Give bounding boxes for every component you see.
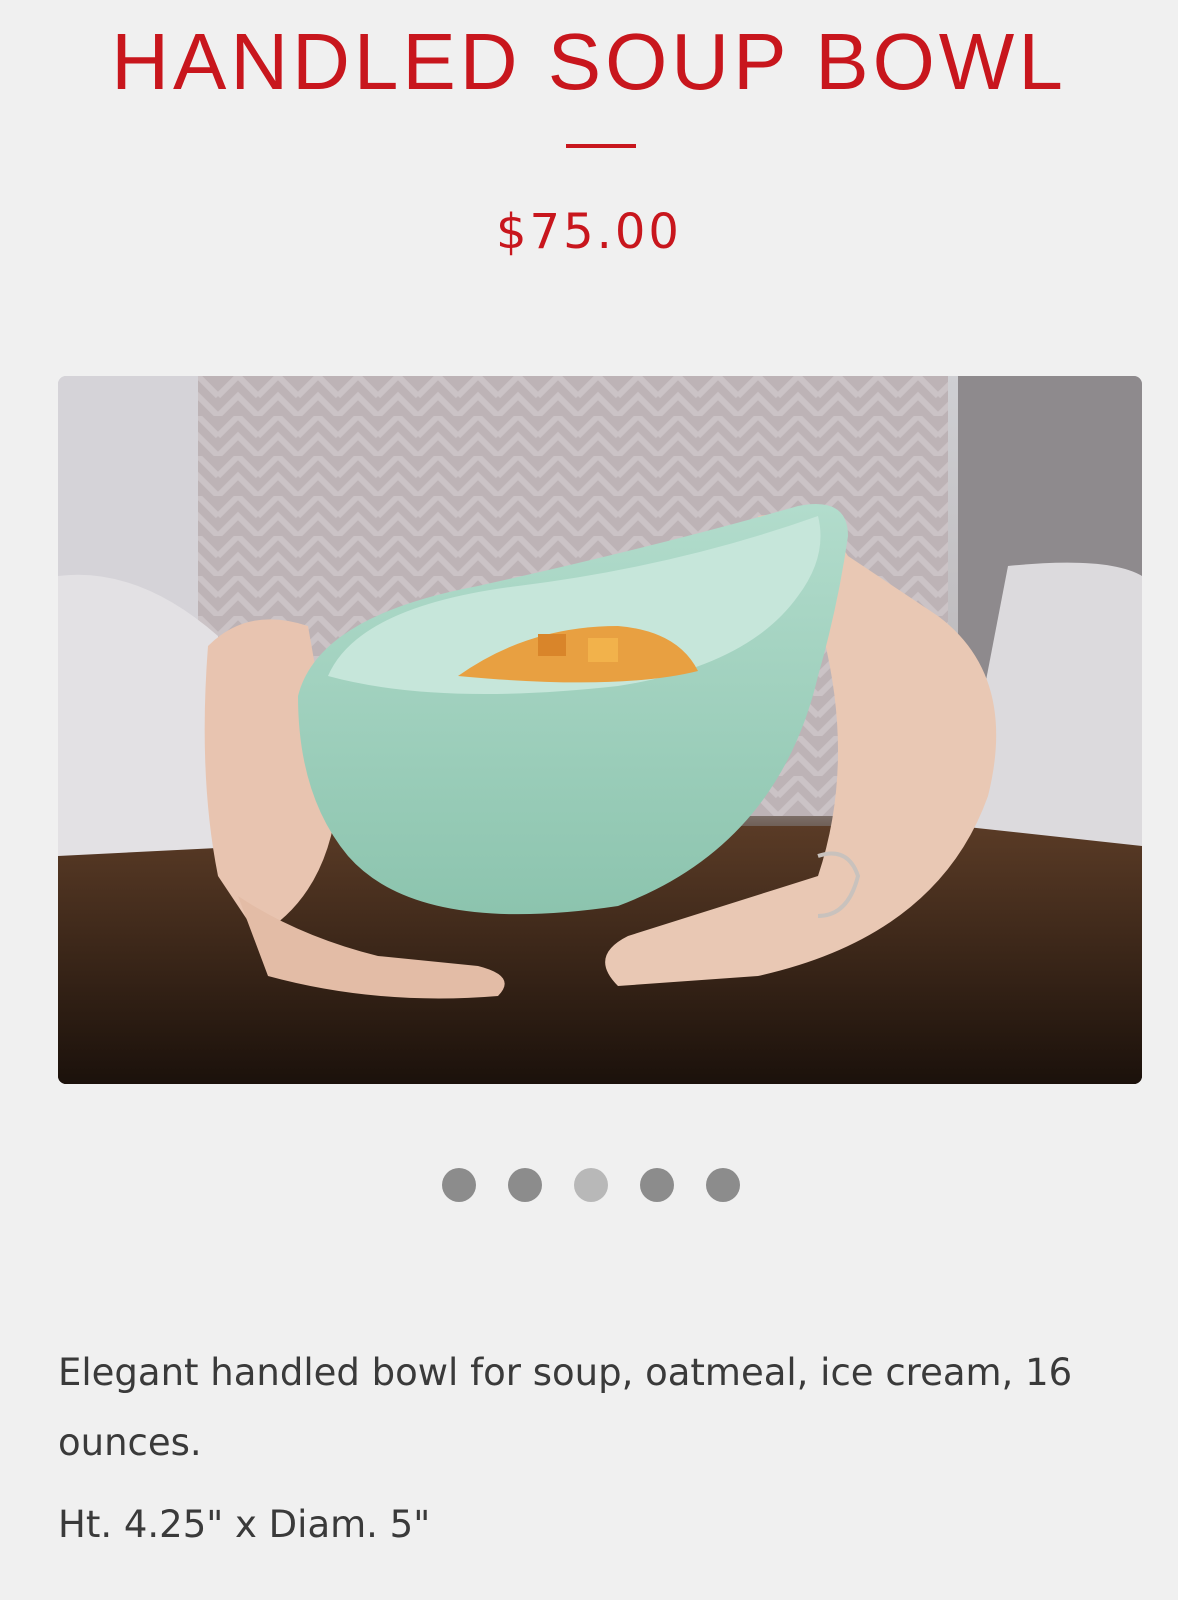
product-price: $75.00 bbox=[496, 204, 682, 260]
carousel-dot-active[interactable] bbox=[574, 1168, 608, 1202]
carousel-dot[interactable] bbox=[442, 1168, 476, 1202]
title-divider bbox=[566, 144, 636, 148]
product-page: HANDLED SOUP BOWL $75.00 Elegant handled… bbox=[0, 0, 1178, 1600]
carousel-pagination bbox=[0, 1168, 1178, 1202]
product-dimensions: Ht. 4.25" x Diam. 5" bbox=[58, 1503, 431, 1546]
carousel-dot[interactable] bbox=[706, 1168, 740, 1202]
carousel-dot[interactable] bbox=[640, 1168, 674, 1202]
product-title: HANDLED SOUP BOWL bbox=[111, 17, 1067, 106]
bowl-photo-illustration bbox=[58, 376, 1142, 1084]
product-image[interactable] bbox=[58, 376, 1142, 1084]
carousel-dot[interactable] bbox=[508, 1168, 542, 1202]
product-description: Elegant handled bowl for soup, oatmeal, … bbox=[58, 1351, 1073, 1464]
